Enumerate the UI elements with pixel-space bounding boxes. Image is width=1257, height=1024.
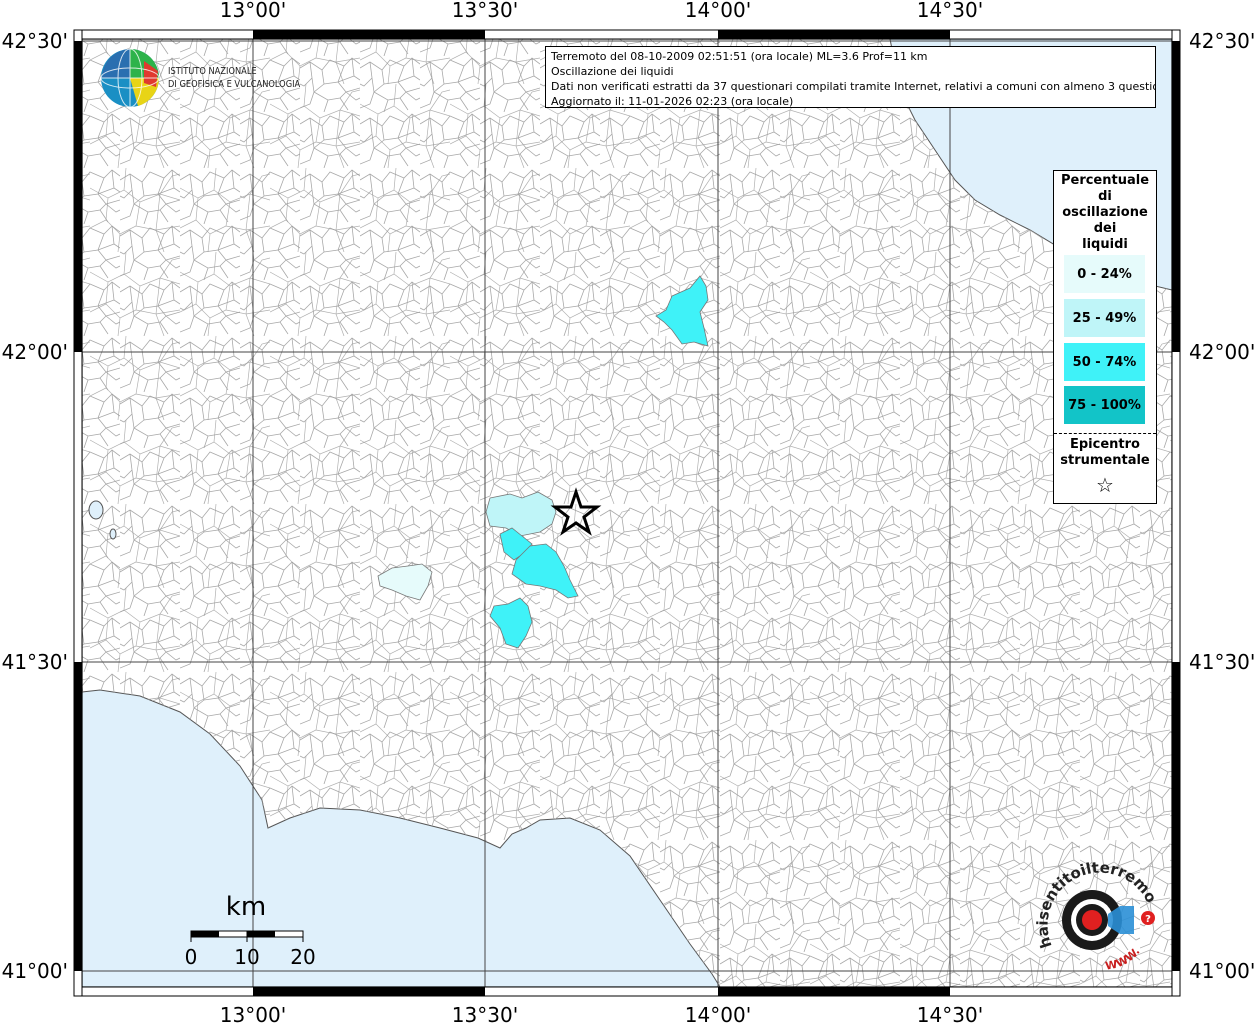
ingv-name-line2: DI GEOFISICA E VULCANOLOGIA — [168, 79, 301, 90]
lake — [109, 528, 117, 540]
legend-title: Percentuale di oscillazione dei liquidi — [1054, 171, 1156, 253]
legend-epicenter-line: Epicentro — [1070, 437, 1140, 452]
lake — [88, 500, 104, 520]
update-timestamp: Aggiornato il: 11-01-2026 02:23 (ora loc… — [551, 95, 794, 108]
ingv-logo: ISTITUTO NAZIONALE DI GEOFISICA E VULCAN… — [100, 47, 330, 109]
scale-label-10: 10 — [234, 945, 259, 969]
legend-class-label: 50 - 74% — [1072, 354, 1137, 370]
legend-class-label: 25 - 49% — [1072, 310, 1137, 326]
lat-labels-right: 42°30' 42°00' 41°30' 41°00' — [1189, 29, 1255, 983]
event-title: Terremoto del 08-10-2009 02:51:51 (ora l… — [551, 50, 928, 63]
legend: Percentuale di oscillazione dei liquidi … — [1053, 170, 1157, 504]
lon-labels-top: 13°00' 13°30' 14°00' 14°30' — [220, 0, 983, 22]
ingv-name-line1: ISTITUTO NAZIONALE — [168, 66, 257, 77]
legend-class-label: 75 - 100% — [1068, 397, 1141, 413]
lon-label-bottom-3: 14°30' — [917, 1003, 983, 1024]
lat-label-right-2: 41°30' — [1189, 650, 1255, 674]
lat-label-right-0: 42°30' — [1189, 29, 1255, 53]
lon-label-top-1: 13°30' — [452, 0, 518, 22]
legend-title-line: dei — [1093, 221, 1117, 236]
data-note: Dati non verificati estratti da 37 quest… — [551, 80, 1156, 93]
lat-label-left-3: 41°00' — [2, 959, 68, 983]
legend-title-line: Percentuale — [1060, 173, 1150, 188]
lon-label-top-2: 14°00' — [685, 0, 751, 22]
hst-www-text: WWW. — [1104, 945, 1142, 973]
hst-logo[interactable]: haisentitoilterremoto.it WWW. ? — [1025, 844, 1170, 978]
legend-epicenter-label: Epicentro strumentale — [1054, 437, 1156, 469]
lat-label-left-2: 41°30' — [2, 650, 68, 674]
lat-label-left-0: 42°30' — [2, 29, 68, 53]
lat-label-right-3: 41°00' — [1189, 959, 1255, 983]
lon-label-bottom-0: 13°00' — [220, 1003, 286, 1024]
lon-label-top-3: 14°30' — [917, 0, 983, 22]
legend-class-0-24: 0 - 24% — [1064, 255, 1145, 293]
svg-text:?: ? — [1145, 914, 1151, 925]
legend-class-75-100: 75 - 100% — [1064, 386, 1145, 424]
scale-label-0: 0 — [185, 945, 198, 969]
legend-divider — [1054, 433, 1156, 434]
map-subject: Oscillazione dei liquidi — [551, 65, 674, 78]
map-area — [81, 38, 1173, 988]
scale-label-20: 20 — [290, 945, 315, 969]
lon-label-bottom-2: 14°00' — [685, 1003, 751, 1024]
lat-labels-left: 42°30' 42°00' 41°30' 41°00' — [2, 29, 68, 983]
legend-class-25-49: 25 - 49% — [1064, 299, 1145, 337]
lat-label-left-1: 42°00' — [2, 340, 68, 364]
legend-title-line: oscillazione — [1062, 205, 1148, 220]
lon-label-top-0: 13°00' — [220, 0, 286, 22]
legend-title-line: di — [1098, 189, 1112, 204]
legend-class-50-74: 50 - 74% — [1064, 343, 1145, 381]
scale-unit: km — [226, 892, 266, 922]
legend-epicenter-line: strumentale — [1060, 453, 1150, 468]
lat-label-right-1: 42°00' — [1189, 340, 1255, 364]
legend-title-line: liquidi — [1082, 237, 1128, 252]
lon-label-bottom-1: 13°30' — [452, 1003, 518, 1024]
ingv-globe-icon — [100, 48, 160, 108]
legend-star-icon: ☆ — [1096, 473, 1114, 497]
legend-class-label: 0 - 24% — [1077, 266, 1132, 282]
event-info-box: Terremoto del 08-10-2009 02:51:51 (ora l… — [545, 46, 1156, 108]
lon-labels-bottom: 13°00' 13°30' 14°00' 14°30' — [220, 1003, 983, 1024]
